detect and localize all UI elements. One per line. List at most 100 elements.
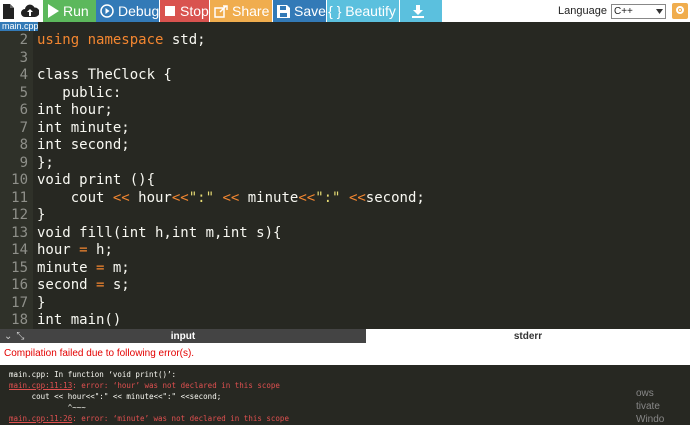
code-line[interactable]: 16 second = s;: [0, 277, 690, 295]
save-icon: [277, 4, 290, 18]
line-number: 10: [11, 172, 28, 188]
watermark-line: tivate Windo: [636, 401, 665, 425]
language-picker: Language C++: [558, 0, 666, 22]
save-label: Save: [294, 3, 326, 19]
code-text: minute = m;: [37, 259, 130, 276]
settings-button[interactable]: [672, 3, 688, 19]
error-message: : error: ‘hour’ was not declared in this…: [72, 381, 280, 390]
beautify-button[interactable]: { } Beautify: [327, 0, 399, 22]
code-line[interactable]: 4 class TheClock {: [0, 67, 690, 85]
code-editor[interactable]: 2 using namespace std; 3 4 class TheClock {5…: [0, 31, 690, 329]
line-number: 7: [19, 119, 28, 136]
code-text: int minute;: [37, 119, 130, 136]
save-button[interactable]: Save: [273, 0, 326, 22]
language-value: C++: [614, 5, 633, 17]
output-console: main.cpp: In function ‘void print()’: ma…: [0, 365, 690, 425]
code-line[interactable]: 6 int hour;: [0, 102, 690, 120]
share-button[interactable]: Share: [210, 0, 272, 22]
code-line[interactable]: 14 hour = h;: [0, 242, 690, 260]
code-line[interactable]: 18 int main(): [0, 312, 690, 329]
chevron-down-icon: [656, 6, 663, 17]
upload-icon: [20, 3, 39, 19]
code-line[interactable]: 3: [0, 50, 690, 68]
language-select[interactable]: C++: [611, 3, 666, 19]
download-button[interactable]: [400, 0, 442, 22]
error-location-link[interactable]: main.cpp:11:13: [9, 381, 72, 390]
code-text: }: [37, 294, 46, 311]
line-number: 3: [19, 49, 28, 66]
watermark-line: ows: [636, 388, 654, 399]
share-icon: [214, 4, 228, 18]
code-text: cout << hour<<":" << minute<<":" <<secon…: [37, 189, 425, 206]
stop-icon: [164, 5, 176, 17]
code-line[interactable]: 2 using namespace std;: [0, 32, 690, 50]
line-number: 18: [11, 312, 28, 328]
error-message: : error: ‘minute’ was not declared in th…: [72, 414, 289, 423]
code-text: void print (){: [37, 172, 156, 188]
stop-button[interactable]: Stop: [160, 0, 209, 22]
code-line[interactable]: 13 void fill(int h,int m,int s){: [0, 225, 690, 243]
code-line[interactable]: 10 void print (){: [0, 172, 690, 190]
code-text: };: [37, 154, 54, 171]
line-number: 11: [11, 189, 28, 206]
code-text: class TheClock {: [37, 67, 172, 83]
code-text: int hour;: [37, 102, 113, 118]
tab-stderr[interactable]: stderr: [366, 329, 690, 343]
line-number: 13: [11, 224, 28, 241]
tab-input[interactable]: input: [0, 331, 366, 342]
run-button[interactable]: Run: [43, 0, 96, 22]
output-error-line: main.cpp:11:13: error: ‘hour’ was not de…: [9, 380, 690, 391]
error-location-link[interactable]: main.cpp:11:26: [9, 414, 72, 423]
line-number: 8: [19, 137, 28, 153]
code-text: }: [37, 207, 46, 223]
code-line[interactable]: 12}: [0, 207, 690, 225]
code-text: hour = h;: [37, 242, 113, 258]
toolbar: Run Debug Stop Share Save { } Beautify L…: [0, 0, 690, 22]
line-number: 5: [19, 84, 28, 101]
code-line[interactable]: 11 cout << hour<<":" << minute<<":" <<se…: [0, 190, 690, 208]
output-caret-line: ^~~~: [9, 403, 86, 412]
upload-button[interactable]: [20, 0, 43, 22]
code-text: int main(): [37, 312, 122, 328]
io-panel-tabs: ⌄ ⤡ input stderr: [0, 329, 690, 343]
run-label: Run: [63, 3, 89, 19]
collapse-icon[interactable]: ⌄: [4, 331, 12, 342]
activation-watermark: ows tivate Windo: [636, 387, 690, 425]
line-number: 17: [11, 294, 28, 311]
code-text: void fill(int h,int m,int s){: [37, 224, 282, 241]
new-file-button[interactable]: [0, 0, 20, 22]
code-text: public:: [37, 84, 122, 101]
settings-icon: [675, 2, 685, 20]
play-icon: [47, 4, 59, 18]
line-number: 12: [11, 207, 28, 223]
code-line[interactable]: 7 int minute;: [0, 120, 690, 138]
output-line: cout << hour<<":" << minute<<":" <<secon…: [9, 392, 222, 401]
code-line[interactable]: 9};: [0, 155, 690, 173]
download-icon: [412, 4, 424, 18]
line-number: 16: [11, 277, 28, 293]
beautify-label: { } Beautify: [328, 3, 396, 19]
output-error-line: main.cpp:11:26: error: ‘minute’ was not …: [9, 413, 690, 424]
language-label: Language: [558, 5, 607, 17]
input-tab-area: ⌄ ⤡ input: [0, 329, 366, 343]
debug-button[interactable]: Debug: [96, 0, 159, 22]
file-icon: [2, 3, 14, 19]
debug-label: Debug: [118, 3, 160, 19]
code-text: second = s;: [37, 277, 130, 293]
line-number: 9: [19, 154, 28, 171]
code-line[interactable]: 8 int second;: [0, 137, 690, 155]
code-text: int second;: [37, 137, 130, 153]
compile-status: Compilation failed due to following erro…: [0, 343, 690, 365]
output-line: main.cpp: In function ‘void print()’:: [9, 370, 177, 379]
file-tab[interactable]: main.cpp: [0, 22, 38, 31]
line-number: 2: [19, 32, 28, 48]
line-number: 15: [11, 259, 28, 276]
debug-icon: [100, 4, 114, 18]
stop-label: Stop: [180, 3, 209, 19]
code-line[interactable]: 15 minute = m;: [0, 260, 690, 278]
code-line[interactable]: 5 public:: [0, 85, 690, 103]
code-line[interactable]: 17}: [0, 295, 690, 313]
share-label: Share: [232, 3, 270, 19]
resize-icon[interactable]: ⤡: [16, 331, 24, 342]
